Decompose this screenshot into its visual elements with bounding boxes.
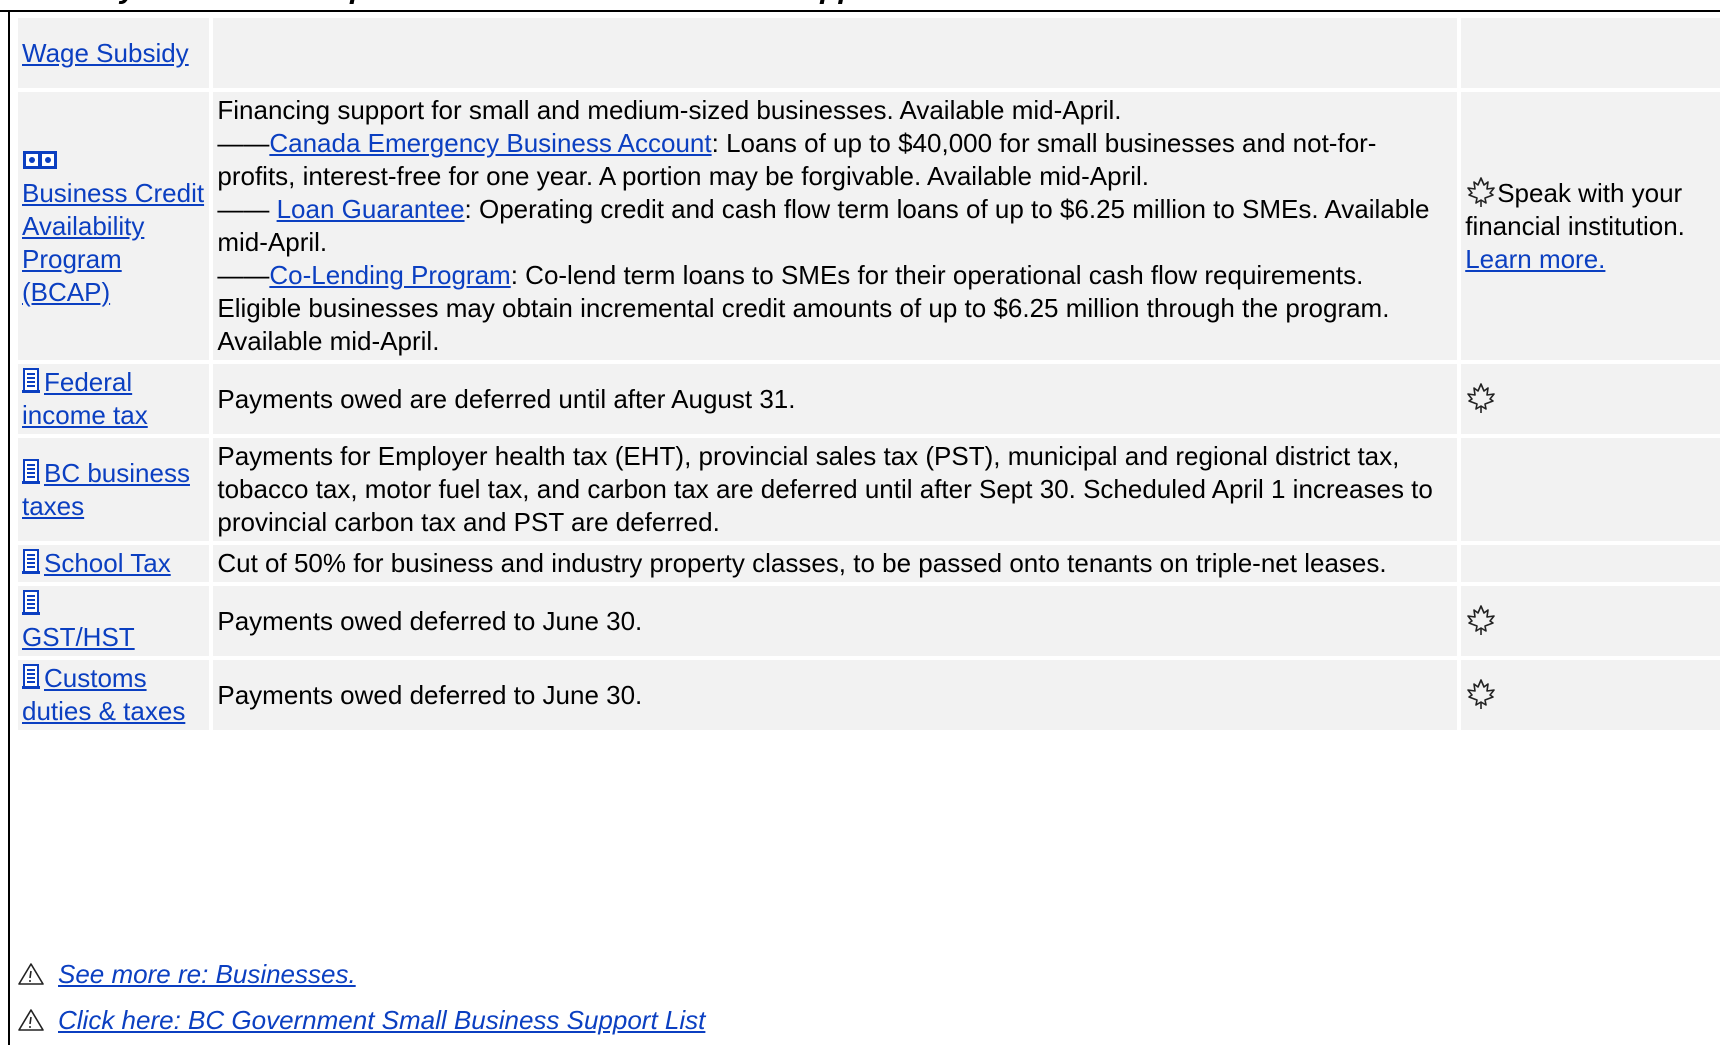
document-icon	[22, 549, 40, 574]
footer-line-2: Click here: BC Government Small Business…	[18, 1004, 705, 1037]
ceba-link[interactable]: Canada Emergency Business Account	[269, 128, 711, 158]
federal-income-tax-link[interactable]: Federal income tax	[22, 367, 148, 430]
action-text: Speak with your financial institution.	[1465, 178, 1685, 241]
dash: ——	[217, 194, 277, 224]
table-row: Federal income tax Payments owed are def…	[18, 364, 1720, 434]
support-table: Wage Subsidy Business Credit Availabilit…	[14, 14, 1720, 734]
bcap-label: Business Credit Availability Program (BC…	[22, 177, 205, 307]
loan-guarantee-link[interactable]: Loan Guarantee	[277, 194, 465, 224]
table-row: GST/HST Payments owed deferred to June 3…	[18, 586, 1720, 656]
maple-leaf-icon	[1467, 605, 1496, 635]
document-icon	[22, 368, 40, 393]
program-label: Customs duties & taxes	[22, 663, 186, 726]
document-icon	[22, 590, 40, 615]
bcap-item: ——Co-Lending Program: Co-lend term loans…	[217, 259, 1453, 358]
frame-top-border	[0, 10, 1720, 12]
detail-cell: Cut of 50% for business and industry pro…	[213, 545, 1458, 582]
table-row: School Tax Cut of 50% for business and i…	[18, 545, 1720, 582]
bc-small-business-support-link[interactable]: Click here: BC Government Small Business…	[58, 1005, 705, 1035]
table-row: BC business taxes Payments for Employer …	[18, 438, 1720, 541]
warning-icon	[18, 963, 44, 985]
detail-cell: Payments owed deferred to June 30.	[213, 586, 1458, 656]
detail-cell: Financing support for small and medium-s…	[213, 92, 1458, 360]
money-icon	[23, 150, 57, 169]
program-cell: GST/HST	[18, 586, 210, 656]
program-cell: School Tax	[18, 545, 210, 582]
program-cell: Federal income tax	[18, 364, 210, 434]
page-heading: Summary of federal and provincial COVID-…	[0, 0, 1720, 8]
action-cell	[1461, 660, 1720, 730]
wage-subsidy-link[interactable]: Wage Subsidy	[22, 38, 189, 68]
frame-left-border	[8, 10, 10, 1045]
program-label: GST/HST	[22, 622, 135, 652]
program-cell: Customs duties & taxes	[18, 660, 210, 730]
action-cell	[1461, 545, 1720, 582]
program-label: Federal income tax	[22, 367, 148, 430]
table-row: Wage Subsidy	[18, 18, 1720, 88]
program-label: BC business taxes	[22, 457, 190, 521]
maple-leaf-icon	[1467, 679, 1496, 709]
detail-cell: Payments owed are deferred until after A…	[213, 364, 1458, 434]
program-cell: Wage Subsidy	[18, 18, 210, 88]
program-cell: BC business taxes	[18, 438, 210, 541]
see-more-businesses-link[interactable]: See more re: Businesses.	[58, 959, 356, 989]
bc-business-taxes-link[interactable]: BC business taxes	[22, 458, 190, 521]
program-label: School Tax	[44, 548, 171, 578]
dash: ——	[217, 260, 270, 290]
detail-cell: Payments for Employer health tax (EHT), …	[213, 438, 1458, 541]
bcap-intro: Financing support for small and medium-s…	[217, 95, 1122, 125]
maple-leaf-icon	[1467, 177, 1496, 207]
action-cell	[1461, 438, 1720, 541]
detail-cell	[213, 18, 1458, 88]
document-icon	[22, 458, 40, 484]
bcap-link[interactable]: Business Credit Availability Program (BC…	[22, 145, 204, 307]
action-cell	[1461, 586, 1720, 656]
bcap-item: ——Canada Emergency Business Account: Loa…	[217, 127, 1453, 193]
action-cell: Speak with your financial institution. L…	[1461, 92, 1720, 360]
customs-duties-link[interactable]: Customs duties & taxes	[22, 663, 185, 726]
warning-icon	[18, 1009, 44, 1031]
co-lending-link[interactable]: Co-Lending Program	[269, 260, 510, 290]
action-cell	[1461, 364, 1720, 434]
gst-hst-link[interactable]: GST/HST	[22, 589, 135, 652]
maple-leaf-icon	[1467, 383, 1496, 413]
document-icon	[22, 664, 40, 689]
table-row: Customs duties & taxes Payments owed def…	[18, 660, 1720, 730]
bcap-item: —— Loan Guarantee: Operating credit and …	[217, 193, 1453, 259]
school-tax-link[interactable]: School Tax	[22, 548, 171, 578]
dash: ——	[217, 128, 270, 158]
program-cell: Business Credit Availability Program (BC…	[18, 92, 210, 360]
table-row: Business Credit Availability Program (BC…	[18, 92, 1720, 360]
footer-line-1: See more re: Businesses.	[18, 958, 356, 991]
learn-more-link[interactable]: Learn more.	[1465, 244, 1605, 274]
detail-cell: Payments owed deferred to June 30.	[213, 660, 1458, 730]
action-cell	[1461, 18, 1720, 88]
